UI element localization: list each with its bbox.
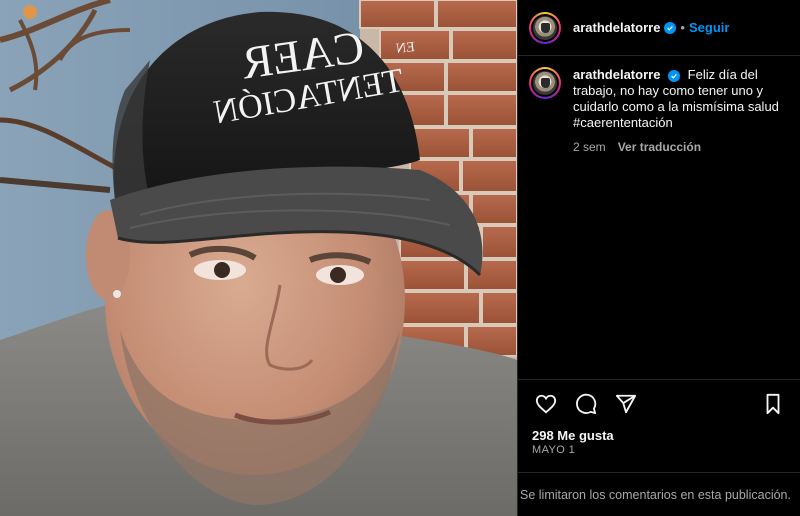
translate-button[interactable]: Ver traducción xyxy=(618,139,701,155)
caption-username-link[interactable]: arathdelatorre xyxy=(573,67,660,82)
post-header: arathdelatorre • Seguir xyxy=(518,0,800,56)
username-link[interactable]: arathdelatorre xyxy=(573,20,660,35)
post-photo[interactable]: CAER EN TENTACIÓN xyxy=(0,0,517,516)
verified-badge-icon xyxy=(664,21,677,34)
post-time[interactable]: 2 sem xyxy=(573,139,606,155)
comment-icon[interactable] xyxy=(566,384,606,424)
follow-button[interactable]: Seguir xyxy=(689,20,729,35)
comments-disabled-notice: Se limitaron los comentarios en esta pub… xyxy=(518,472,800,516)
paper-plane-icon[interactable] xyxy=(606,384,646,424)
verified-badge-icon xyxy=(668,70,681,82)
action-bar xyxy=(518,379,800,427)
cap-text-small: EN xyxy=(395,40,415,57)
avatar[interactable] xyxy=(529,11,561,44)
bookmark-icon[interactable] xyxy=(753,384,793,424)
caption: arathdelatorre Feliz día del trabajo, no… xyxy=(518,56,800,155)
selfie-image: CAER EN TENTACIÓN xyxy=(0,0,517,516)
heart-icon[interactable] xyxy=(526,384,566,424)
post-details-panel: arathdelatorre • Seguir arathdelatorre F… xyxy=(517,0,800,516)
caption-avatar[interactable] xyxy=(529,67,561,99)
separator-dot: • xyxy=(680,20,685,35)
post-date[interactable]: MAYO 1 xyxy=(532,444,575,456)
likes-count[interactable]: 298 Me gusta xyxy=(532,428,614,443)
